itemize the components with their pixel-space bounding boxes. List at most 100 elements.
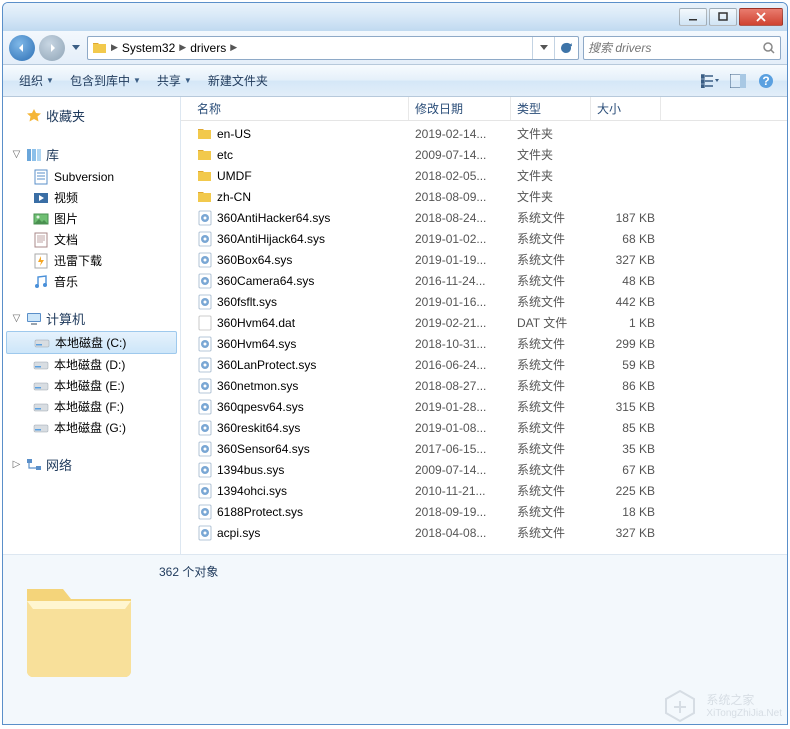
chevron-down-icon: ▼ (46, 76, 54, 85)
sys-icon (197, 420, 213, 436)
computer-group[interactable]: ▽ 计算机 (3, 306, 180, 331)
column-type[interactable]: 类型 (511, 97, 591, 120)
sidebar-item-library[interactable]: 视频 (3, 187, 180, 208)
column-headers: 名称 修改日期 类型 大小 (181, 97, 787, 121)
file-row[interactable]: 360Sensor64.sys 2017-06-15... 系统文件 35 KB (181, 438, 787, 459)
sidebar-item-library[interactable]: 图片 (3, 208, 180, 229)
include-menu[interactable]: 包含到库中▼ (62, 68, 149, 93)
share-menu[interactable]: 共享▼ (149, 68, 200, 93)
chevron-right-icon: ▶ (110, 42, 119, 53)
chevron-right-icon: ▶ (229, 42, 238, 53)
network-icon (26, 457, 42, 473)
file-row[interactable]: UMDF 2018-02-05... 文件夹 (181, 165, 787, 186)
sys-icon (197, 441, 213, 457)
file-row[interactable]: 360Box64.sys 2019-01-19... 系统文件 327 KB (181, 249, 787, 270)
column-size[interactable]: 大小 (591, 97, 661, 120)
column-date[interactable]: 修改日期 (409, 97, 511, 120)
view-menu[interactable] (697, 69, 723, 93)
folder-icon (197, 189, 213, 205)
drive-icon (33, 399, 49, 415)
file-list: en-US 2019-02-14... 文件夹 etc 2009-07-14..… (181, 121, 787, 554)
file-row[interactable]: etc 2009-07-14... 文件夹 (181, 144, 787, 165)
search-input[interactable] (588, 41, 762, 55)
sys-icon (197, 336, 213, 352)
close-button[interactable] (739, 8, 783, 26)
new-folder-button[interactable]: 新建文件夹 (200, 68, 276, 93)
file-row[interactable]: 6188Protect.sys 2018-09-19... 系统文件 18 KB (181, 501, 787, 522)
file-row[interactable]: acpi.sys 2018-04-08... 系统文件 327 KB (181, 522, 787, 543)
content-area: 收藏夹 ▽ 库 Subversion视频图片文档迅雷下载音乐 ▽ 计算机 本地磁… (3, 97, 787, 554)
library-item-icon (33, 169, 49, 185)
history-dropdown[interactable] (69, 35, 83, 61)
sys-icon (197, 294, 213, 310)
breadcrumb-drivers[interactable]: drivers (187, 37, 229, 59)
titlebar (3, 3, 787, 31)
breadcrumb-system32[interactable]: System32 (119, 37, 178, 59)
computer-icon (26, 311, 42, 327)
column-name[interactable]: 名称 (191, 97, 409, 120)
preview-pane-button[interactable] (725, 69, 751, 93)
sys-icon (197, 525, 213, 541)
network-group[interactable]: ▷ 网络 (3, 452, 180, 477)
sys-icon (197, 273, 213, 289)
chevron-down-icon: ▼ (184, 76, 192, 85)
address-dropdown[interactable] (532, 37, 554, 59)
file-row[interactable]: 360reskit64.sys 2019-01-08... 系统文件 85 KB (181, 417, 787, 438)
file-row[interactable]: 1394ohci.sys 2010-11-21... 系统文件 225 KB (181, 480, 787, 501)
sidebar-item-drive[interactable]: 本地磁盘 (D:) (3, 354, 180, 375)
sys-icon (197, 252, 213, 268)
sidebar-item-library[interactable]: 音乐 (3, 271, 180, 292)
help-button[interactable]: ? (753, 69, 779, 93)
collapse-icon: ▽ (11, 149, 22, 160)
sys-icon (197, 210, 213, 226)
favorites-group[interactable]: 收藏夹 (3, 103, 180, 128)
drive-icon (33, 420, 49, 436)
sys-icon (197, 231, 213, 247)
file-row[interactable]: 360Camera64.sys 2016-11-24... 系统文件 48 KB (181, 270, 787, 291)
library-item-icon (33, 190, 49, 206)
libraries-group[interactable]: ▽ 库 (3, 142, 180, 167)
sys-icon (197, 357, 213, 373)
file-row[interactable]: 360LanProtect.sys 2016-06-24... 系统文件 59 … (181, 354, 787, 375)
sidebar-item-library[interactable]: 文档 (3, 229, 180, 250)
toolbar: 组织▼ 包含到库中▼ 共享▼ 新建文件夹 ? (3, 65, 787, 97)
sidebar-item-drive[interactable]: 本地磁盘 (F:) (3, 396, 180, 417)
folder-icon (15, 561, 143, 689)
sidebar-item-drive[interactable]: 本地磁盘 (G:) (3, 417, 180, 438)
file-row[interactable]: 1394bus.sys 2009-07-14... 系统文件 67 KB (181, 459, 787, 480)
folder-icon (197, 126, 213, 142)
sys-icon (197, 483, 213, 499)
drive-icon (33, 357, 49, 373)
item-count: 362 个对象 (159, 561, 218, 580)
maximize-button[interactable] (709, 8, 737, 26)
navigation-pane: 收藏夹 ▽ 库 Subversion视频图片文档迅雷下载音乐 ▽ 计算机 本地磁… (3, 97, 181, 554)
file-row[interactable]: 360Hvm64.sys 2018-10-31... 系统文件 299 KB (181, 333, 787, 354)
star-icon (26, 108, 42, 124)
back-button[interactable] (9, 35, 35, 61)
organize-menu[interactable]: 组织▼ (11, 68, 62, 93)
file-row[interactable]: 360netmon.sys 2018-08-27... 系统文件 86 KB (181, 375, 787, 396)
address-bar[interactable]: ▶ System32 ▶ drivers ▶ (87, 36, 579, 60)
chevron-right-icon: ▶ (178, 42, 187, 53)
minimize-button[interactable] (679, 8, 707, 26)
drive-icon (34, 335, 50, 351)
sidebar-item-library[interactable]: 迅雷下载 (3, 250, 180, 271)
file-row[interactable]: 360qpesv64.sys 2019-01-28... 系统文件 315 KB (181, 396, 787, 417)
file-row[interactable]: 360Hvm64.dat 2019-02-21... DAT 文件 1 KB (181, 312, 787, 333)
file-row[interactable]: zh-CN 2018-08-09... 文件夹 (181, 186, 787, 207)
sidebar-item-library[interactable]: Subversion (3, 167, 180, 187)
refresh-button[interactable] (554, 37, 576, 59)
library-item-icon (33, 274, 49, 290)
sidebar-item-drive[interactable]: 本地磁盘 (E:) (3, 375, 180, 396)
sidebar-item-drive[interactable]: 本地磁盘 (C:) (6, 331, 177, 354)
dat-icon (197, 315, 213, 331)
search-box[interactable] (583, 36, 781, 60)
file-row[interactable]: 360AntiHacker64.sys 2018-08-24... 系统文件 1… (181, 207, 787, 228)
forward-button[interactable] (39, 35, 65, 61)
drive-icon (33, 378, 49, 394)
file-row[interactable]: en-US 2019-02-14... 文件夹 (181, 123, 787, 144)
folder-icon (197, 147, 213, 163)
nav-bar: ▶ System32 ▶ drivers ▶ (3, 31, 787, 65)
file-row[interactable]: 360fsflt.sys 2019-01-16... 系统文件 442 KB (181, 291, 787, 312)
file-row[interactable]: 360AntiHijack64.sys 2019-01-02... 系统文件 6… (181, 228, 787, 249)
